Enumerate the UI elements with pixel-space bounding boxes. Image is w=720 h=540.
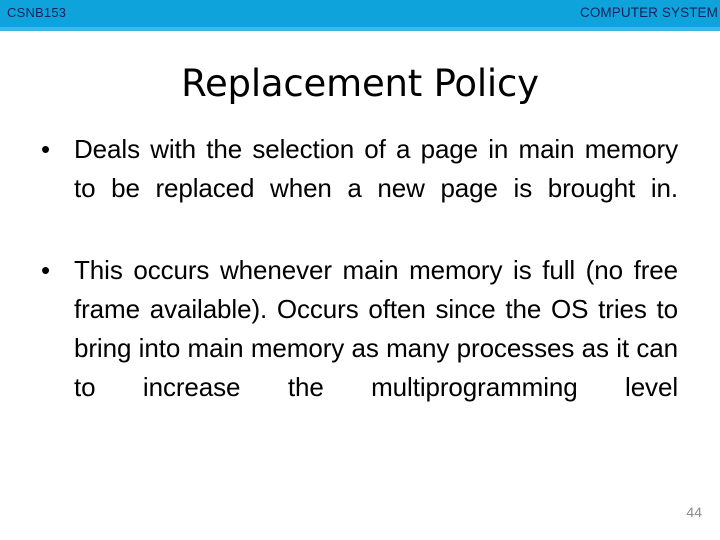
slide-body: • Deals with the selection of a page in …: [30, 130, 678, 446]
page-title: Replacement Policy: [181, 62, 539, 105]
bullet-list-item: • This occurs whenever main memory is fu…: [30, 251, 678, 446]
page-number: 44: [686, 504, 702, 520]
bullet-point-icon: •: [41, 255, 51, 285]
bullet-text: This occurs whenever main memory is full…: [74, 255, 678, 402]
header-course-title: COMPUTER SYSTEM: [579, 5, 718, 20]
bullet-text: Deals with the selection of a page in ma…: [74, 134, 678, 203]
header-course-code: CSNB153: [7, 5, 67, 20]
slide: CSNB153 COMPUTER SYSTEM Replacement Poli…: [0, 0, 720, 540]
bullet-list-item: • Deals with the selection of a page in …: [30, 130, 678, 247]
bullet-point-icon: •: [41, 134, 51, 164]
slide-header-underline: [0, 27, 720, 31]
